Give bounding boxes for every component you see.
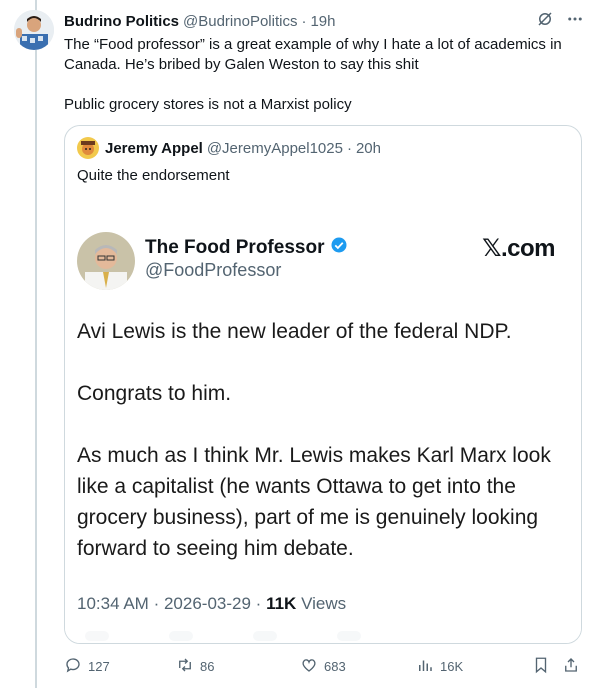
quote-text: Quite the endorsement [77, 167, 230, 184]
quote-avatar [77, 137, 99, 159]
repost-button[interactable]: 86 [176, 656, 214, 677]
quoted-tweet[interactable]: Jeremy Appel @JeremyAppel1025 · 20h Quit… [64, 125, 582, 644]
tweet-text-paragraph: Public grocery stores is not a Marxist p… [64, 96, 352, 113]
reply-button[interactable]: 127 [64, 656, 110, 677]
heart-icon [300, 656, 318, 677]
author-name[interactable]: Budrino Politics [64, 13, 179, 30]
quote-header: Jeremy Appel @JeremyAppel1025 · 20h [77, 137, 381, 159]
bookmark-button[interactable] [532, 656, 550, 677]
more-options-icon[interactable] [566, 10, 584, 32]
food-professor-name: The Food Professor [145, 236, 348, 260]
food-professor-avatar [77, 232, 135, 290]
like-count: 683 [324, 659, 346, 674]
reply-count: 127 [88, 659, 110, 674]
food-professor-handle: @FoodProfessor [145, 260, 282, 280]
thread-line [35, 0, 37, 688]
food-professor-name-text: The Food Professor [145, 237, 325, 258]
tweet-text: The “Food professor” is a great example … [64, 35, 584, 115]
verified-badge-icon [330, 236, 348, 260]
embedded-screenshot[interactable]: The Food Professor @FoodProfessor 𝕏.com … [65, 196, 581, 643]
repost-icon [176, 656, 194, 677]
separator: · [346, 139, 352, 157]
post-time: 10:34 AM [77, 594, 149, 613]
timestamp[interactable]: 19h [310, 13, 335, 30]
avatar[interactable] [14, 10, 54, 50]
views-button[interactable]: 16K [416, 656, 463, 677]
share-button[interactable] [562, 656, 580, 677]
post-views-count: 11K [266, 594, 297, 613]
quote-avatar-image [77, 137, 99, 159]
repost-count: 86 [200, 659, 215, 674]
post-paragraph: As much as I think Mr. Lewis makes Karl … [77, 444, 551, 560]
reply-icon [64, 656, 82, 677]
grok-icon[interactable] [536, 10, 554, 32]
action-bar: 127 86 683 16K [64, 654, 584, 678]
faded-action-row [65, 631, 581, 643]
separator: · [301, 12, 307, 30]
food-professor-post-body: Avi Lewis is the new leader of the feder… [77, 316, 557, 564]
avatar-image [14, 10, 54, 50]
tweet-text-paragraph: The “Food professor” is a great example … [64, 36, 562, 73]
analytics-icon [416, 656, 434, 677]
tweet-header: Budrino Politics @BudrinoPolitics · 19h [64, 11, 584, 31]
post-paragraph: Congrats to him. [77, 382, 232, 405]
food-professor-avatar-image [77, 232, 135, 290]
post-views-label: Views [301, 594, 347, 613]
quote-author-handle[interactable]: @JeremyAppel1025 [207, 140, 343, 157]
bookmark-icon [532, 656, 550, 677]
x-com-logo: 𝕏.com [482, 235, 555, 262]
separator: · [153, 594, 160, 613]
post-metadata: 10:34 AM · 2026-03-29 · 11K Views [77, 594, 346, 614]
quote-author-name[interactable]: Jeremy Appel [105, 140, 203, 157]
post-date: 2026-03-29 [163, 594, 251, 613]
post-paragraph: Avi Lewis is the new leader of the feder… [77, 320, 512, 343]
author-handle[interactable]: @BudrinoPolitics [183, 13, 297, 30]
views-count: 16K [440, 659, 464, 674]
share-icon [562, 656, 580, 677]
like-button[interactable]: 683 [300, 656, 346, 677]
separator: · [255, 594, 262, 613]
quote-timestamp[interactable]: 20h [356, 140, 381, 157]
